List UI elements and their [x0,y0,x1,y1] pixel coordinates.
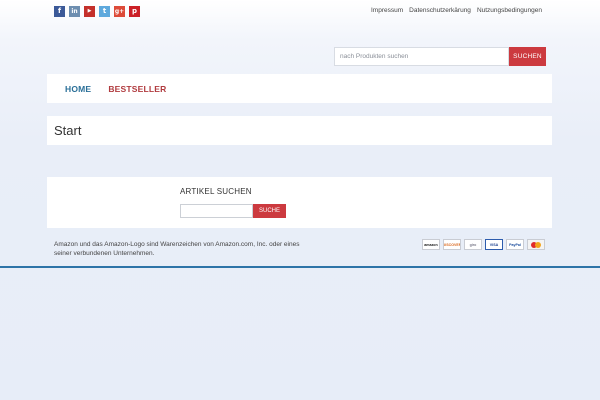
impressum-link[interactable]: Impressum [371,7,403,14]
datenschutz-link[interactable]: Datenschutzerkärung [409,7,471,14]
linkedin-icon[interactable]: in [69,6,80,17]
payment-methods: amazon DISCOVER giro VISA PayPal [422,239,545,250]
article-search-widget: ARTIKEL SUCHEN SUCHE [47,177,552,228]
mastercard-payment-icon [527,239,545,250]
main-nav: HOME BESTSELLER [47,74,552,103]
nutzungsbedingungen-link[interactable]: Nutzungsbedingungen [477,7,542,14]
top-links: Impressum Datenschutzerkärung Nutzungsbe… [371,7,542,14]
pinterest-icon[interactable]: p [129,6,140,17]
youtube-icon[interactable]: ▶ [84,6,95,17]
nav-bestseller[interactable]: BESTSELLER [108,84,166,94]
article-search-button[interactable]: SUCHE [253,204,286,218]
giropay-payment-icon: giro [464,239,482,250]
page-title: Start [54,123,82,138]
widget-title: ARTIKEL SUCHEN [180,187,252,196]
widget-search: SUCHE [180,204,286,218]
visa-payment-icon: VISA [485,239,503,250]
facebook-icon[interactable]: f [54,6,65,17]
article-search-input[interactable] [180,204,253,218]
twitter-icon[interactable]: t [99,6,110,17]
product-search-input[interactable] [334,47,509,66]
discover-payment-icon: DISCOVER [443,239,461,250]
page-title-box: Start [47,116,552,145]
amazon-disclaimer: Amazon und das Amazon-Logo sind Warenzei… [54,241,300,258]
amazon-payment-icon: amazon [422,239,440,250]
header-search: SUCHEN [334,47,546,66]
paypal-payment-icon: PayPal [506,239,524,250]
footer-divider [0,266,600,268]
googleplus-icon[interactable]: g+ [114,6,125,17]
nav-home[interactable]: HOME [65,84,91,94]
search-button[interactable]: SUCHEN [509,47,546,66]
social-links: f in ▶ t g+ p [54,6,140,17]
